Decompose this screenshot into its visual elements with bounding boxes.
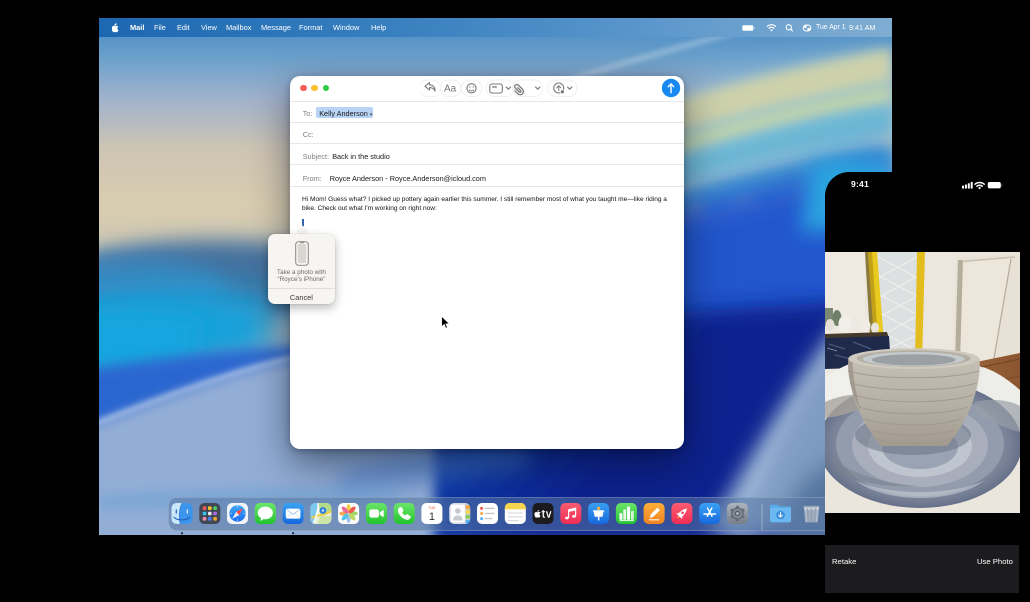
svg-text:TUE: TUE [428,506,436,510]
svg-text:Aa: Aa [444,84,457,95]
svg-text:1: 1 [429,510,435,522]
